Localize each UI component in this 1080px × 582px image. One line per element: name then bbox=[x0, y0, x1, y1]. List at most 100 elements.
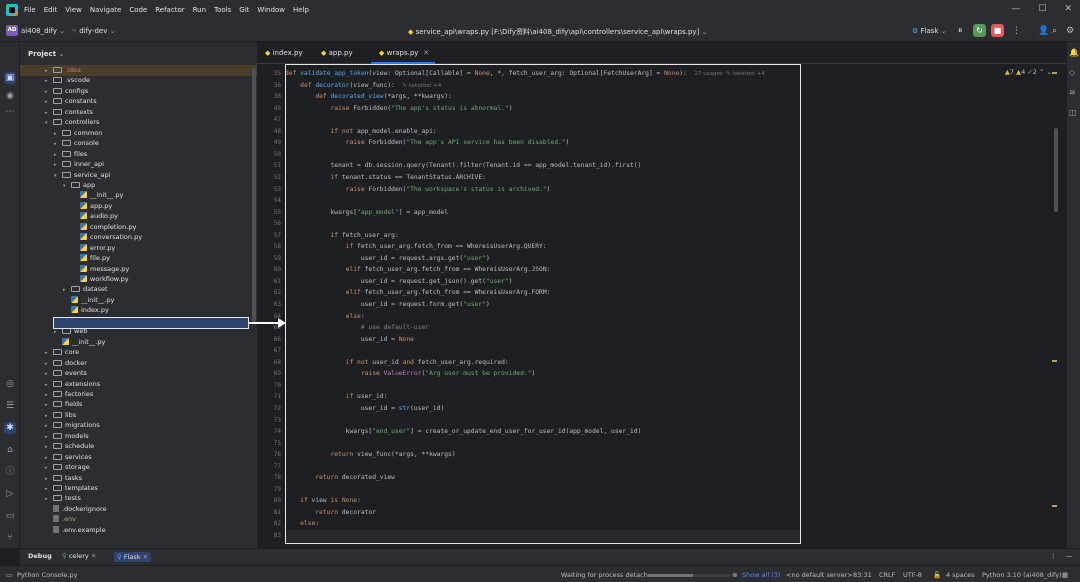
code-line[interactable]: tenant = db.session.query(Tenant).filter… bbox=[285, 162, 641, 169]
menu-navigate[interactable]: Navigate bbox=[90, 6, 121, 14]
tree-item[interactable]: workflow.py bbox=[72, 274, 129, 285]
tree-item[interactable]: ▸ configs bbox=[45, 86, 88, 97]
tree-item[interactable]: ▸ factories bbox=[45, 389, 93, 400]
server-selector[interactable]: <no default server> bbox=[786, 571, 853, 579]
code-line[interactable]: user_id = None bbox=[285, 336, 414, 343]
code-line[interactable]: if not app_model.enable_api: bbox=[285, 128, 437, 135]
code-line[interactable]: user_id = request.get_json().get("user") bbox=[285, 278, 513, 285]
tree-item[interactable]: ▸ .vscode bbox=[45, 75, 90, 86]
tree-item[interactable]: ▸ dataset bbox=[63, 284, 108, 295]
tree-item[interactable]: .env bbox=[45, 514, 76, 525]
tab-flask[interactable]: ⚲ Flask ✕ bbox=[114, 552, 152, 562]
chevron-down-icon[interactable]: ▾ bbox=[45, 118, 53, 129]
code-line[interactable]: kwargs["app_model"] = app_model bbox=[285, 209, 448, 216]
project-badge[interactable]: AD bbox=[6, 25, 18, 36]
code-line[interactable]: user_id = request.form.get("user") bbox=[285, 301, 490, 308]
code-line[interactable]: elif fetch_user_arg.fetch_from == Wherei… bbox=[285, 266, 551, 273]
code-line[interactable]: else: bbox=[285, 520, 319, 527]
tree-item[interactable]: .env.example bbox=[45, 525, 106, 536]
tree-item[interactable]: ▸ docker bbox=[45, 358, 87, 369]
tree-item[interactable]: ▸ fields bbox=[45, 399, 82, 410]
rerun-button[interactable]: ↻ bbox=[973, 24, 986, 37]
tree-item[interactable]: ▸ tasks bbox=[45, 473, 82, 484]
run-config-selector[interactable]: ⚙ Flask ⌄ bbox=[912, 27, 947, 35]
code-line[interactable]: return decorator bbox=[285, 509, 376, 516]
tree-item[interactable]: ▾ controllers bbox=[45, 117, 99, 128]
menu-tools[interactable]: Tools bbox=[214, 6, 231, 14]
menu-refactor[interactable]: Refactor bbox=[155, 6, 184, 14]
tree-item[interactable]: ▸ files bbox=[54, 149, 87, 160]
ai-assistant-icon[interactable]: ◇ bbox=[1069, 68, 1075, 77]
tree-item[interactable]: message.py bbox=[72, 264, 129, 275]
project-switcher[interactable]: ai408_dify ⌄ bbox=[21, 27, 65, 35]
menu-git[interactable]: Git bbox=[239, 6, 249, 14]
tree-item[interactable]: index.py bbox=[63, 305, 109, 316]
code-line[interactable]: else: bbox=[285, 313, 365, 320]
python-console-icon[interactable]: ⌂ bbox=[4, 444, 16, 456]
tree-item[interactable]: ▸ .idea bbox=[45, 65, 81, 76]
menu-edit[interactable]: Edit bbox=[44, 6, 58, 14]
branch-switcher[interactable]: ⑂ dify-dev ⌄ bbox=[72, 27, 115, 35]
close-icon[interactable]: ✕ bbox=[1064, 4, 1072, 14]
status-console-name[interactable]: Python Console.py bbox=[17, 571, 77, 579]
chevron-down-icon[interactable]: ▾ bbox=[63, 181, 71, 192]
tree-item[interactable]: ▸ console bbox=[54, 138, 99, 149]
debug-icon[interactable]: ⏸ bbox=[958, 26, 963, 36]
lock-icon[interactable]: 🔓 bbox=[933, 571, 941, 579]
tree-item[interactable]: ▾ service_api bbox=[54, 170, 110, 181]
tree-item[interactable]: ▸ common bbox=[54, 128, 102, 139]
menu-file[interactable]: File bbox=[24, 6, 36, 14]
tree-item[interactable]: app.py bbox=[72, 201, 112, 212]
tree-item[interactable]: ▸ inner_api bbox=[54, 159, 104, 170]
indent-setting[interactable]: 4 spaces bbox=[946, 571, 975, 579]
minimize-icon[interactable]: — bbox=[1011, 4, 1020, 14]
tree-item[interactable]: error.py bbox=[72, 243, 115, 254]
show-all-link[interactable]: Show all (3) bbox=[742, 571, 780, 579]
more-actions-icon[interactable]: ⋮ bbox=[1012, 26, 1021, 36]
code-line[interactable]: def validate_app_token(view: Optional[Ca… bbox=[285, 70, 765, 77]
memory-indicator-icon[interactable]: ▦ bbox=[1062, 571, 1068, 579]
more-options-icon[interactable]: ⋮ bbox=[1050, 552, 1057, 560]
tree-item[interactable]: completion.py bbox=[72, 222, 136, 233]
line-separator[interactable]: CRLF bbox=[879, 571, 895, 579]
code-line[interactable]: if fetch_user_arg: bbox=[285, 232, 399, 239]
close-icon[interactable]: ✕ bbox=[91, 552, 96, 560]
tab-app[interactable]: ◆ app.py bbox=[313, 42, 369, 64]
progress-close-icon[interactable]: ⊗ bbox=[732, 571, 737, 579]
code-line[interactable]: user_id = str(user_id) bbox=[285, 405, 444, 412]
notifications-icon[interactable]: 🔔 bbox=[1069, 48, 1079, 57]
code-line[interactable]: kwargs["end_user"] = create_or_update_en… bbox=[285, 428, 642, 435]
tree-item[interactable]: ▸ extensions bbox=[45, 379, 100, 390]
tree-item[interactable]: conversation.py bbox=[72, 232, 142, 243]
file-encoding[interactable]: UTF-8 bbox=[903, 571, 922, 579]
code-line[interactable]: if tenant.status == TenantStatus.ARCHIVE… bbox=[285, 174, 486, 181]
tree-item[interactable]: __init__.py bbox=[54, 337, 105, 348]
tree-item[interactable]: ▸ libs bbox=[45, 410, 76, 421]
tree-item[interactable]: ▸ storage bbox=[45, 462, 90, 473]
close-tab-icon[interactable]: ✕ bbox=[423, 49, 429, 57]
tree-item[interactable]: ▾ app bbox=[63, 180, 95, 191]
tree-item[interactable]: audio.py bbox=[72, 211, 118, 222]
code-line[interactable]: raise Forbidden("The app's status is abn… bbox=[285, 105, 513, 112]
terminal-tool-icon[interactable]: ▭ bbox=[4, 510, 16, 522]
code-line[interactable]: if user_id: bbox=[285, 393, 388, 400]
window-title-path[interactable]: ◆ service_api\wraps.py [F:\Dify资料\ai408_… bbox=[408, 27, 707, 37]
run-tool-icon[interactable]: ▷ bbox=[4, 488, 16, 500]
tree-item[interactable]: file.py bbox=[72, 253, 110, 264]
tree-item[interactable]: ▸ templates bbox=[45, 483, 98, 494]
code-line[interactable]: def decorator(view_func): ✎ takatost +4 bbox=[285, 82, 441, 89]
tab-celery[interactable]: ⚲ celery ✕ bbox=[62, 552, 96, 560]
tree-item[interactable]: ▸ schedule bbox=[45, 441, 94, 452]
menu-help[interactable]: Help bbox=[293, 6, 309, 14]
code-line[interactable]: raise ValueError("Arg user must be provi… bbox=[285, 370, 535, 377]
close-icon[interactable]: ✕ bbox=[143, 553, 148, 561]
code-line[interactable]: # use default-user bbox=[285, 324, 429, 331]
menu-window[interactable]: Window bbox=[257, 6, 285, 14]
tree-item[interactable]: ▸ models bbox=[45, 431, 89, 442]
tree-item[interactable]: __init__.py bbox=[72, 190, 123, 201]
code-line[interactable]: raise Forbidden("The app's API service h… bbox=[285, 139, 570, 146]
code-line[interactable]: raise Forbidden("The workspace's status … bbox=[285, 186, 551, 193]
menu-run[interactable]: Run bbox=[193, 6, 206, 14]
sciview-icon[interactable]: ◫ bbox=[1069, 108, 1077, 117]
tree-item[interactable]: .dockerignore bbox=[45, 504, 107, 515]
